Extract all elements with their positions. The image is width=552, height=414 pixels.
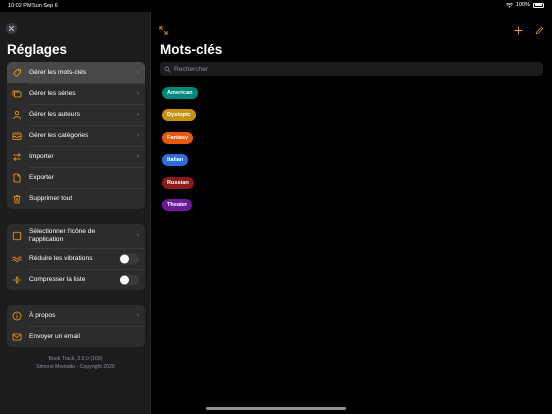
settings-item-label: Envoyer un email	[29, 332, 80, 340]
settings-item-label: Sélectionner l'icône de l'application	[29, 228, 96, 243]
arrows-exchange-icon	[12, 152, 22, 162]
settings-item-delete-all[interactable]: Supprimer tout	[7, 188, 145, 209]
chevron-right-icon: ›	[137, 69, 139, 76]
app-copyright: Simone Montalto - Copyright 2020	[36, 363, 115, 370]
search-icon	[164, 66, 171, 73]
close-icon	[9, 26, 14, 31]
tag-label: American	[167, 90, 193, 96]
expand-button[interactable]	[159, 22, 168, 40]
settings-item-label: Gérer les auteurs	[29, 110, 80, 118]
settings-item-manage-categories[interactable]: Gérer les catégories ›	[7, 125, 145, 146]
settings-item-manage-tags[interactable]: Gérer les mots-clés ›	[7, 62, 145, 83]
app-version: Book Track, 2.0.0 (109)	[48, 356, 103, 362]
tag-chip-italian[interactable]: Italian	[162, 154, 189, 166]
document-icon	[12, 173, 22, 183]
settings-item-label: Réduire les vibrations	[29, 254, 93, 262]
page-title: Mots-clés	[160, 42, 223, 57]
tag-chip-dystopic[interactable]: Dystopic	[162, 109, 196, 121]
status-right: 100%	[505, 2, 544, 8]
search-bar[interactable]	[160, 62, 543, 76]
settings-sidebar: Réglages Gérer les mots-clés › Gérer les…	[0, 12, 151, 414]
chevron-right-icon: ›	[137, 90, 139, 97]
waves-icon	[12, 254, 22, 264]
tag-label: Russian	[167, 180, 189, 186]
settings-item-about[interactable]: À propos ›	[7, 305, 145, 326]
sidebar-footer: Book Track, 2.0.0 (109) Simone Montalto …	[0, 356, 151, 372]
settings-item-label: Exporter	[29, 173, 54, 181]
chevron-right-icon: ›	[137, 153, 139, 160]
info-icon	[12, 311, 22, 321]
tag-chip-russian[interactable]: Russian	[162, 177, 194, 189]
settings-item-app-icon[interactable]: Sélectionner l'icône de l'application ›	[7, 224, 145, 248]
trash-icon	[12, 194, 22, 204]
tags-panel: Mots-clés American Dystopic Fantasy Ital…	[151, 12, 552, 414]
status-time: 10:02 PM	[8, 3, 32, 9]
settings-item-manage-authors[interactable]: Gérer les auteurs ›	[7, 104, 145, 125]
settings-item-manage-series[interactable]: Gérer les séries ›	[7, 83, 145, 104]
rectangle-stack-icon	[12, 89, 22, 99]
chevron-right-icon: ›	[137, 312, 139, 319]
tray-icon	[12, 131, 22, 141]
plus-icon	[514, 26, 523, 35]
wifi-icon	[505, 2, 513, 8]
settings-group-preferences: Sélectionner l'icône de l'application › …	[7, 224, 145, 290]
battery-icon	[533, 2, 544, 8]
square-icon	[12, 231, 22, 241]
tag-label: Dystopic	[167, 112, 191, 118]
tag-label: Fantasy	[167, 135, 189, 141]
close-button[interactable]	[6, 23, 17, 34]
chevron-right-icon: ›	[137, 132, 139, 139]
settings-item-label: Gérer les catégories	[29, 131, 89, 139]
settings-item-send-email[interactable]: Envoyer un email	[7, 326, 145, 347]
tag-label: Theater	[167, 202, 188, 208]
settings-item-export[interactable]: Exporter	[7, 167, 145, 188]
chevron-right-icon: ›	[137, 233, 139, 239]
pencil-icon	[535, 26, 544, 35]
settings-item-label: Gérer les séries	[29, 89, 76, 97]
settings-item-compress-list: Compresser la liste	[7, 269, 145, 290]
edit-button[interactable]	[535, 22, 544, 40]
status-date: Sun Sep 6	[32, 3, 58, 9]
tag-chip-american[interactable]: American	[162, 87, 198, 99]
tag-label: Italian	[167, 157, 184, 163]
settings-item-label: Importer	[29, 152, 54, 160]
tag-chip-theater[interactable]: Theater	[162, 199, 193, 211]
status-bar: 10:02 PM Sun Sep 6 100%	[0, 0, 552, 12]
compress-icon	[12, 275, 22, 285]
toggle-knob	[120, 254, 129, 263]
search-input[interactable]	[174, 65, 534, 73]
tag-icon	[12, 68, 22, 78]
settings-item-label: Compresser la liste	[29, 275, 86, 283]
envelope-icon	[12, 332, 22, 342]
settings-item-reduce-vibrations: Réduire les vibrations	[7, 248, 145, 269]
toggle-knob	[120, 275, 129, 284]
home-indicator	[206, 407, 346, 410]
settings-item-label: Supprimer tout	[29, 194, 73, 202]
compress-list-toggle[interactable]	[119, 274, 139, 285]
person-icon	[12, 110, 22, 120]
add-tag-button[interactable]	[514, 22, 523, 40]
settings-item-label: Gérer les mots-clés	[29, 68, 87, 76]
expand-arrows-icon	[159, 26, 168, 35]
tag-chip-fantasy[interactable]: Fantasy	[162, 132, 194, 144]
chevron-right-icon: ›	[137, 111, 139, 118]
sidebar-title: Réglages	[7, 42, 68, 57]
settings-item-label: À propos	[29, 311, 56, 319]
settings-group-about: À propos › Envoyer un email	[7, 305, 145, 347]
battery-percent: 100%	[515, 2, 530, 8]
settings-group-manage: Gérer les mots-clés › Gérer les séries ›…	[7, 62, 145, 209]
settings-item-import[interactable]: Importer ›	[7, 146, 145, 167]
reduce-vibrations-toggle[interactable]	[119, 253, 139, 264]
